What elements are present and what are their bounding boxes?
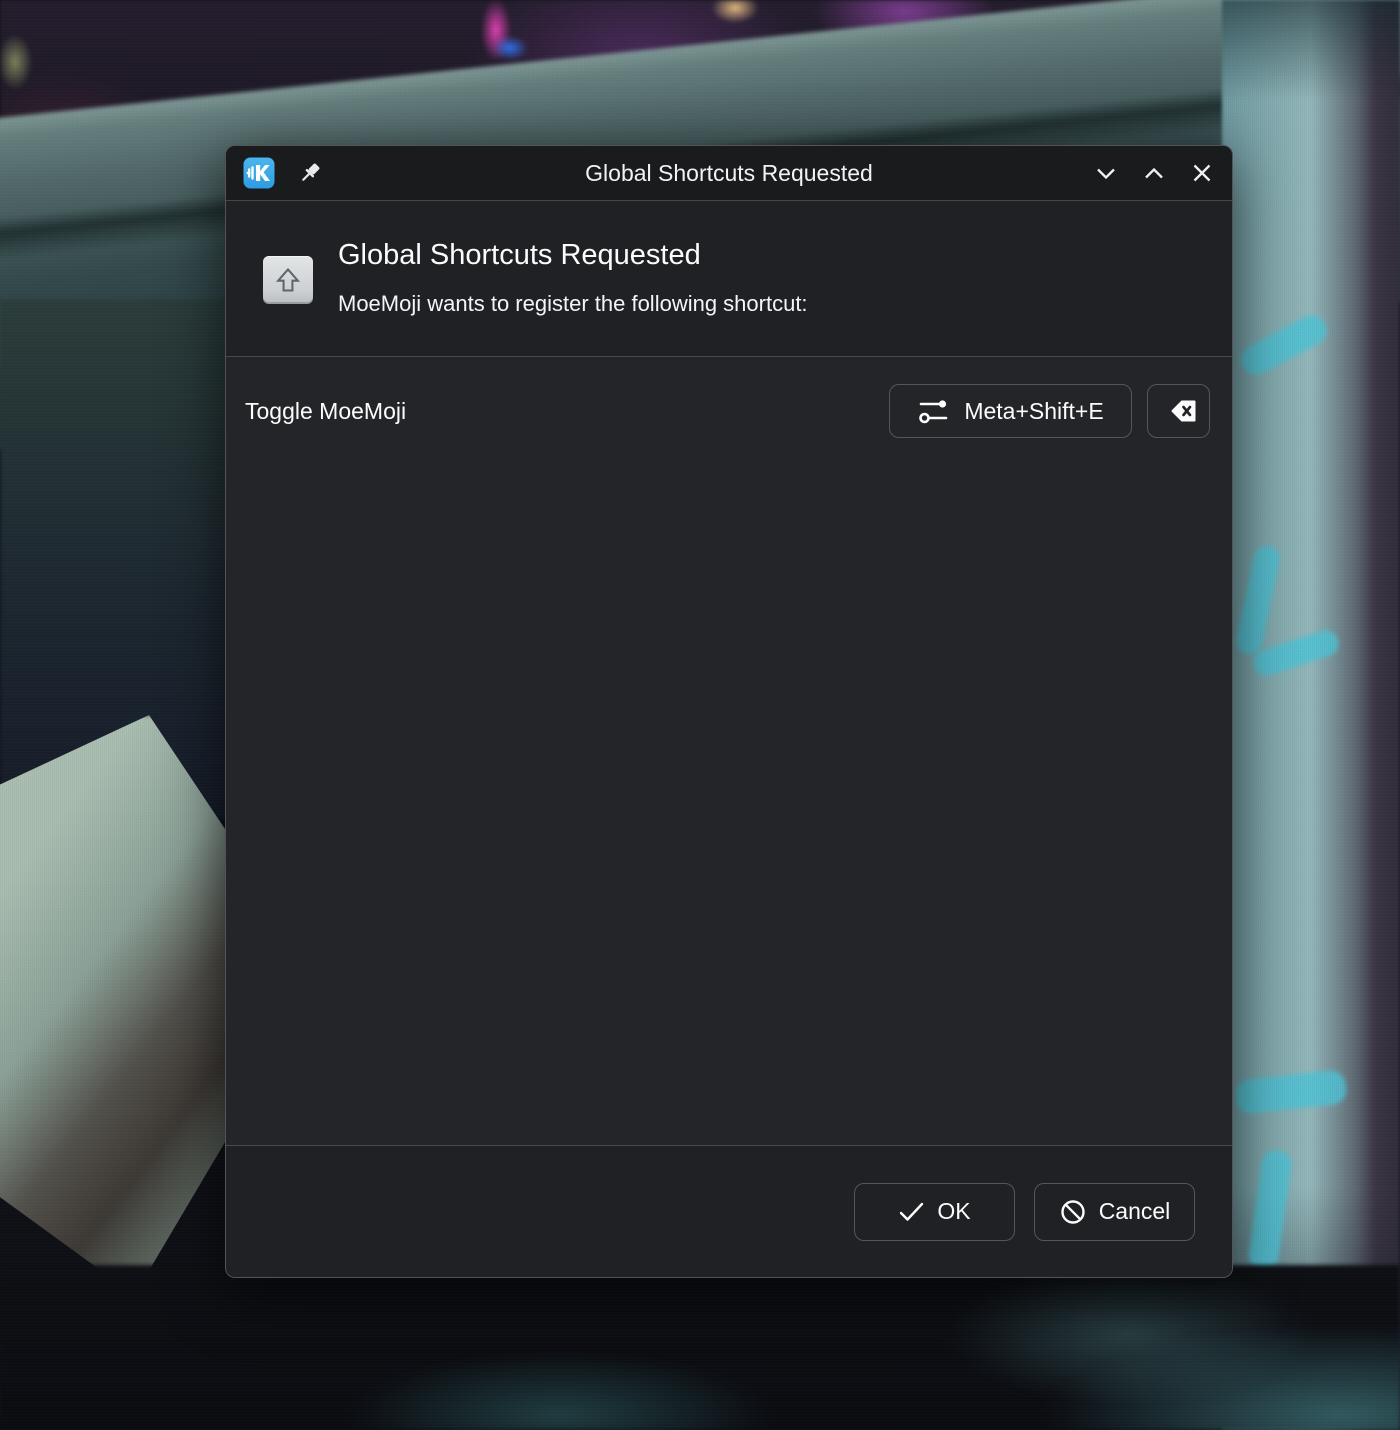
cancel-label: Cancel <box>1099 1198 1171 1225</box>
maximize-button[interactable] <box>1141 160 1167 186</box>
key-sequence-button[interactable]: Meta+Shift+E <box>889 384 1132 438</box>
dialog-footer: OK Cancel <box>226 1145 1232 1277</box>
backspace-icon <box>1161 398 1197 424</box>
minimize-button[interactable] <box>1093 160 1119 186</box>
titlebar[interactable]: Global Shortcuts Requested <box>226 146 1232 201</box>
chevron-down-icon <box>1093 160 1119 186</box>
ok-button[interactable]: OK <box>854 1183 1015 1241</box>
dialog-header: Global Shortcuts Requested MoeMoji wants… <box>226 201 1232 357</box>
dialog-heading: Global Shortcuts Requested <box>338 239 701 272</box>
ok-label: OK <box>937 1198 970 1225</box>
chevron-up-icon <box>1141 160 1167 186</box>
global-shortcuts-dialog: Global Shortcuts Requested <box>225 145 1233 1278</box>
window-title: Global Shortcuts Requested <box>226 160 1232 187</box>
dialog-message: MoeMoji wants to register the following … <box>338 291 808 317</box>
clear-shortcut-button[interactable] <box>1147 384 1210 438</box>
cancel-button[interactable]: Cancel <box>1034 1183 1195 1241</box>
checkmark-icon <box>898 1201 925 1223</box>
pin-icon[interactable] <box>297 160 323 186</box>
sliders-adjust-icon <box>917 395 950 427</box>
kde-logo-icon[interactable] <box>243 157 275 189</box>
shortcut-action-label: Toggle MoeMoji <box>245 398 406 425</box>
key-sequence-label: Meta+Shift+E <box>964 398 1103 425</box>
prohibition-icon <box>1059 1198 1087 1226</box>
close-button[interactable] <box>1189 160 1215 186</box>
close-x-icon <box>1189 160 1215 186</box>
shortcut-list: Toggle MoeMoji Meta+Shift+E <box>226 357 1232 1145</box>
shift-key-up-arrow-icon <box>263 256 313 304</box>
window-controls <box>1093 160 1215 186</box>
